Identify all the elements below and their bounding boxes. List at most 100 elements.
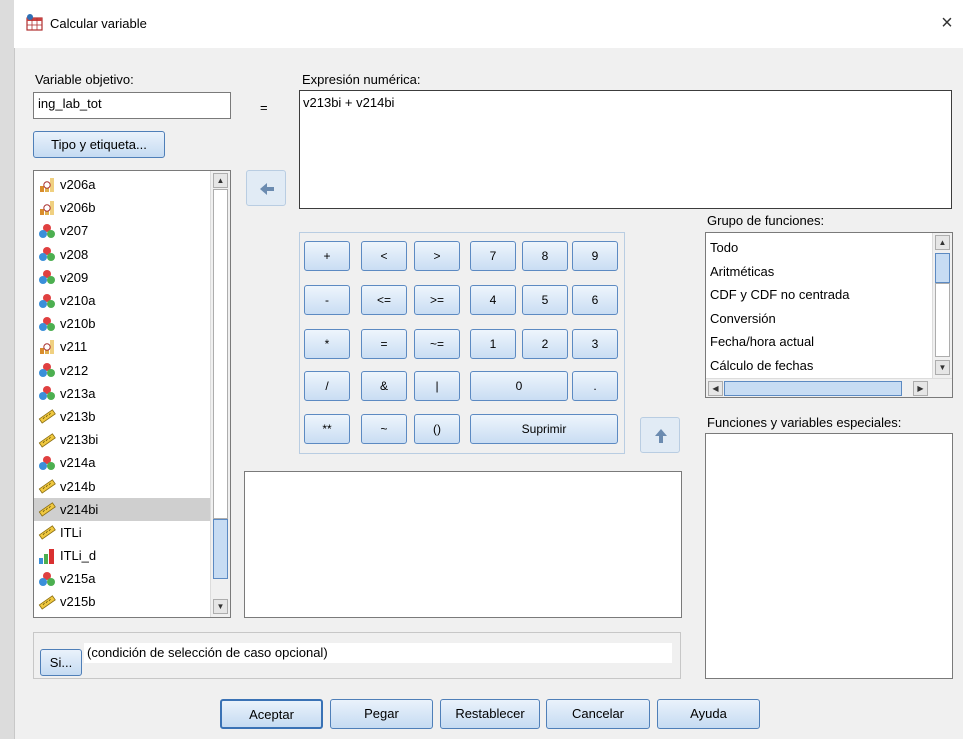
key-minus[interactable]: - [304, 285, 350, 315]
type-and-label-button[interactable]: Tipo y etiqueta... [33, 131, 165, 158]
close-icon[interactable]: × [936, 10, 958, 36]
function-group-item[interactable]: Aritméticas [706, 260, 932, 284]
key-divide[interactable]: / [304, 371, 350, 401]
title-bar [14, 0, 963, 48]
scroll-down-icon[interactable]: ▼ [935, 360, 950, 375]
app-icon [25, 13, 45, 33]
variable-list-item[interactable]: v208 [34, 243, 211, 266]
key-less-than[interactable]: < [361, 241, 407, 271]
key-8[interactable]: 8 [522, 241, 568, 271]
cancel-button[interactable]: Cancelar [546, 699, 650, 729]
function-group-item[interactable]: Todo [706, 236, 932, 260]
function-group-scrollbar[interactable]: ▲ ▼ [932, 233, 952, 378]
key-1[interactable]: 1 [470, 329, 516, 359]
help-button[interactable]: Ayuda [657, 699, 760, 729]
key-power[interactable]: ** [304, 414, 350, 444]
variable-name: v215a [60, 571, 96, 587]
variable-list-item[interactable]: v213a [34, 382, 211, 405]
move-to-expression-button[interactable] [246, 170, 286, 206]
special-functions-label: Funciones y variables especiales: [707, 415, 902, 430]
variable-list-item[interactable]: v207 [34, 219, 211, 242]
variable-list-item[interactable]: v214a [34, 451, 211, 474]
function-group-item[interactable]: CDF y CDF no centrada [706, 283, 932, 307]
variable-name: v213a [60, 385, 96, 401]
key-greater-equal[interactable]: >= [414, 285, 460, 315]
scroll-thumb[interactable] [935, 253, 950, 283]
key-3[interactable]: 3 [572, 329, 618, 359]
key-0[interactable]: 0 [470, 371, 568, 401]
scroll-up-icon[interactable]: ▲ [213, 173, 228, 188]
key-plus[interactable]: + [304, 241, 350, 271]
ok-button[interactable]: Aceptar [220, 699, 323, 729]
nominal-icon [38, 316, 56, 332]
variable-name: v210b [60, 316, 96, 332]
hscroll-thumb[interactable] [724, 381, 902, 396]
variable-name: v214a [60, 455, 96, 471]
special-functions-list[interactable] [705, 433, 953, 679]
key-4[interactable]: 4 [470, 285, 516, 315]
variable-name: v209 [60, 269, 89, 285]
scale-icon [38, 524, 56, 541]
function-description-box [244, 471, 682, 618]
variable-list-item[interactable]: v211 [34, 335, 211, 358]
key-multiply[interactable]: * [304, 329, 350, 359]
variable-list-item[interactable]: ITLi_d [34, 544, 211, 567]
scroll-thumb[interactable] [213, 519, 228, 579]
move-function-up-button[interactable] [640, 417, 680, 453]
key-not-equal[interactable]: ~= [414, 329, 460, 359]
key-2[interactable]: 2 [522, 329, 568, 359]
variable-name: v212 [60, 362, 89, 378]
variable-list-item[interactable]: ITLi [34, 521, 211, 544]
key-greater-than[interactable]: > [414, 241, 460, 271]
key-or[interactable]: | [414, 371, 460, 401]
scroll-track [935, 283, 950, 357]
function-group-list[interactable]: Todo Aritméticas CDF y CDF no centrada C… [705, 232, 953, 398]
function-group-item[interactable]: Cálculo de fechas [706, 354, 932, 378]
scroll-up-icon[interactable]: ▲ [935, 235, 950, 250]
variable-list-item[interactable]: v214bi [34, 497, 211, 521]
key-5[interactable]: 5 [522, 285, 568, 315]
scroll-down-icon[interactable]: ▼ [213, 599, 228, 614]
variable-list-item[interactable]: v206b [34, 196, 211, 219]
variable-list-item[interactable]: v210b [34, 312, 211, 335]
variable-list[interactable]: v206a v206b v207 v208 v209 v210a v210b v211 v212… [33, 170, 231, 618]
key-decimal[interactable]: . [572, 371, 618, 401]
function-group-item[interactable]: Fecha/hora actual [706, 330, 932, 354]
variable-list-item[interactable]: v206a [34, 173, 211, 196]
function-group-hscrollbar[interactable]: ◀ ▶ [706, 378, 952, 397]
variable-list-item[interactable]: v215a [34, 567, 211, 590]
variable-list-item[interactable]: v210a [34, 289, 211, 312]
if-button[interactable]: Si... [40, 649, 82, 676]
ordinal-icon [38, 177, 56, 193]
scroll-right-icon[interactable]: ▶ [913, 381, 928, 396]
expression-textarea[interactable]: v213bi + v214bi [299, 90, 952, 209]
key-delete[interactable]: Suprimir [470, 414, 618, 444]
scale-icon [38, 478, 56, 494]
key-7[interactable]: 7 [470, 241, 516, 271]
scroll-track [213, 189, 228, 519]
arrow-up-icon [655, 429, 667, 443]
key-6[interactable]: 6 [572, 285, 618, 315]
variable-list-item[interactable]: v209 [34, 266, 211, 289]
variable-name: v207 [60, 223, 89, 239]
key-parentheses[interactable]: () [414, 414, 460, 444]
variable-list-item[interactable]: v215b [34, 590, 211, 613]
variable-list-item[interactable]: v213bi [34, 428, 211, 451]
variable-list-scrollbar[interactable]: ▲ ▼ [210, 171, 230, 617]
scroll-left-icon[interactable]: ◀ [708, 381, 723, 396]
target-variable-input[interactable]: ing_lab_tot [33, 92, 231, 119]
function-group-item[interactable]: Conversión [706, 307, 932, 331]
key-equals[interactable]: = [361, 329, 407, 359]
key-less-equal[interactable]: <= [361, 285, 407, 315]
nominal-icon [38, 269, 56, 285]
variable-list-item[interactable]: v213b [34, 405, 211, 428]
variable-list-item[interactable]: v212 [34, 359, 211, 382]
key-and[interactable]: & [361, 371, 407, 401]
arrow-left-icon [260, 183, 274, 195]
variable-list-item[interactable]: v214b [34, 474, 211, 497]
key-9[interactable]: 9 [572, 241, 618, 271]
paste-button[interactable]: Pegar [330, 699, 433, 729]
reset-button[interactable]: Restablecer [440, 699, 540, 729]
key-not[interactable]: ~ [361, 414, 407, 444]
variable-name: ITLi [60, 524, 82, 540]
